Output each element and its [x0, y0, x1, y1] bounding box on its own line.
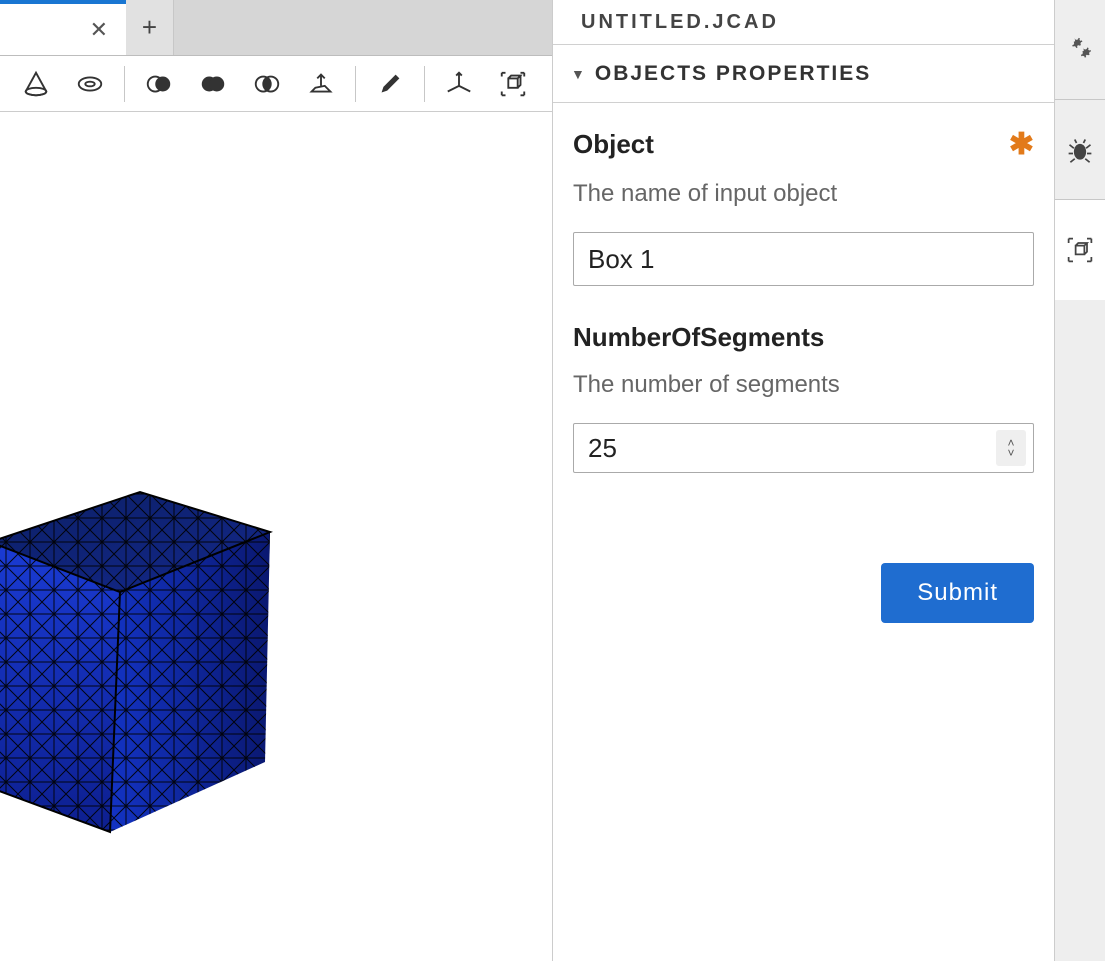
- segments-desc: The number of segments: [573, 371, 1034, 399]
- properties-panel: UNTITLED.JCAD ▼ OBJECTS PROPERTIES Objec…: [553, 0, 1055, 961]
- properties-form: Object ✱ The name of input object Number…: [553, 103, 1054, 647]
- object-desc: The name of input object: [573, 180, 1034, 208]
- bug-icon[interactable]: [1055, 100, 1105, 200]
- section-header[interactable]: ▼ OBJECTS PROPERTIES: [553, 45, 1054, 103]
- main-panel: ✕ +: [0, 0, 553, 961]
- axis-icon[interactable]: [433, 64, 485, 104]
- tab-bar: ✕ +: [0, 0, 552, 56]
- required-icon: ✱: [1009, 127, 1034, 162]
- viewport-cube-icon[interactable]: [1055, 200, 1105, 300]
- torus-icon[interactable]: [64, 64, 116, 104]
- file-title: UNTITLED.JCAD: [553, 0, 1054, 45]
- object-name-input[interactable]: [573, 232, 1034, 286]
- submit-button[interactable]: Submit: [881, 563, 1034, 623]
- number-spinner[interactable]: ˄ ˅: [996, 430, 1026, 466]
- section-title: OBJECTS PROPERTIES: [595, 62, 871, 86]
- chevron-down-icon: ▼: [571, 66, 585, 82]
- mesh-cube: [0, 482, 290, 862]
- cube-frame-icon[interactable]: [487, 64, 539, 104]
- boolean-c-icon[interactable]: [241, 64, 293, 104]
- toolbar-separator: [355, 66, 356, 102]
- right-sidebar: [1055, 0, 1105, 961]
- settings-icon[interactable]: [1055, 0, 1105, 100]
- segments-input[interactable]: [573, 423, 1034, 473]
- segments-label: NumberOfSegments: [573, 322, 1034, 353]
- viewport-3d[interactable]: [0, 112, 552, 961]
- tab-active[interactable]: ✕: [0, 0, 126, 55]
- toolbar: [0, 56, 552, 112]
- cone-icon[interactable]: [10, 64, 62, 104]
- boolean-a-icon[interactable]: [133, 64, 185, 104]
- extrude-icon[interactable]: [295, 64, 347, 104]
- new-tab-button[interactable]: +: [126, 0, 174, 55]
- toolbar-separator: [124, 66, 125, 102]
- object-label: Object: [573, 129, 654, 160]
- boolean-b-icon[interactable]: [187, 64, 239, 104]
- toolbar-separator: [424, 66, 425, 102]
- pencil-icon[interactable]: [364, 64, 416, 104]
- chevron-down-icon[interactable]: ˅: [1007, 448, 1014, 458]
- close-icon[interactable]: ✕: [90, 17, 108, 43]
